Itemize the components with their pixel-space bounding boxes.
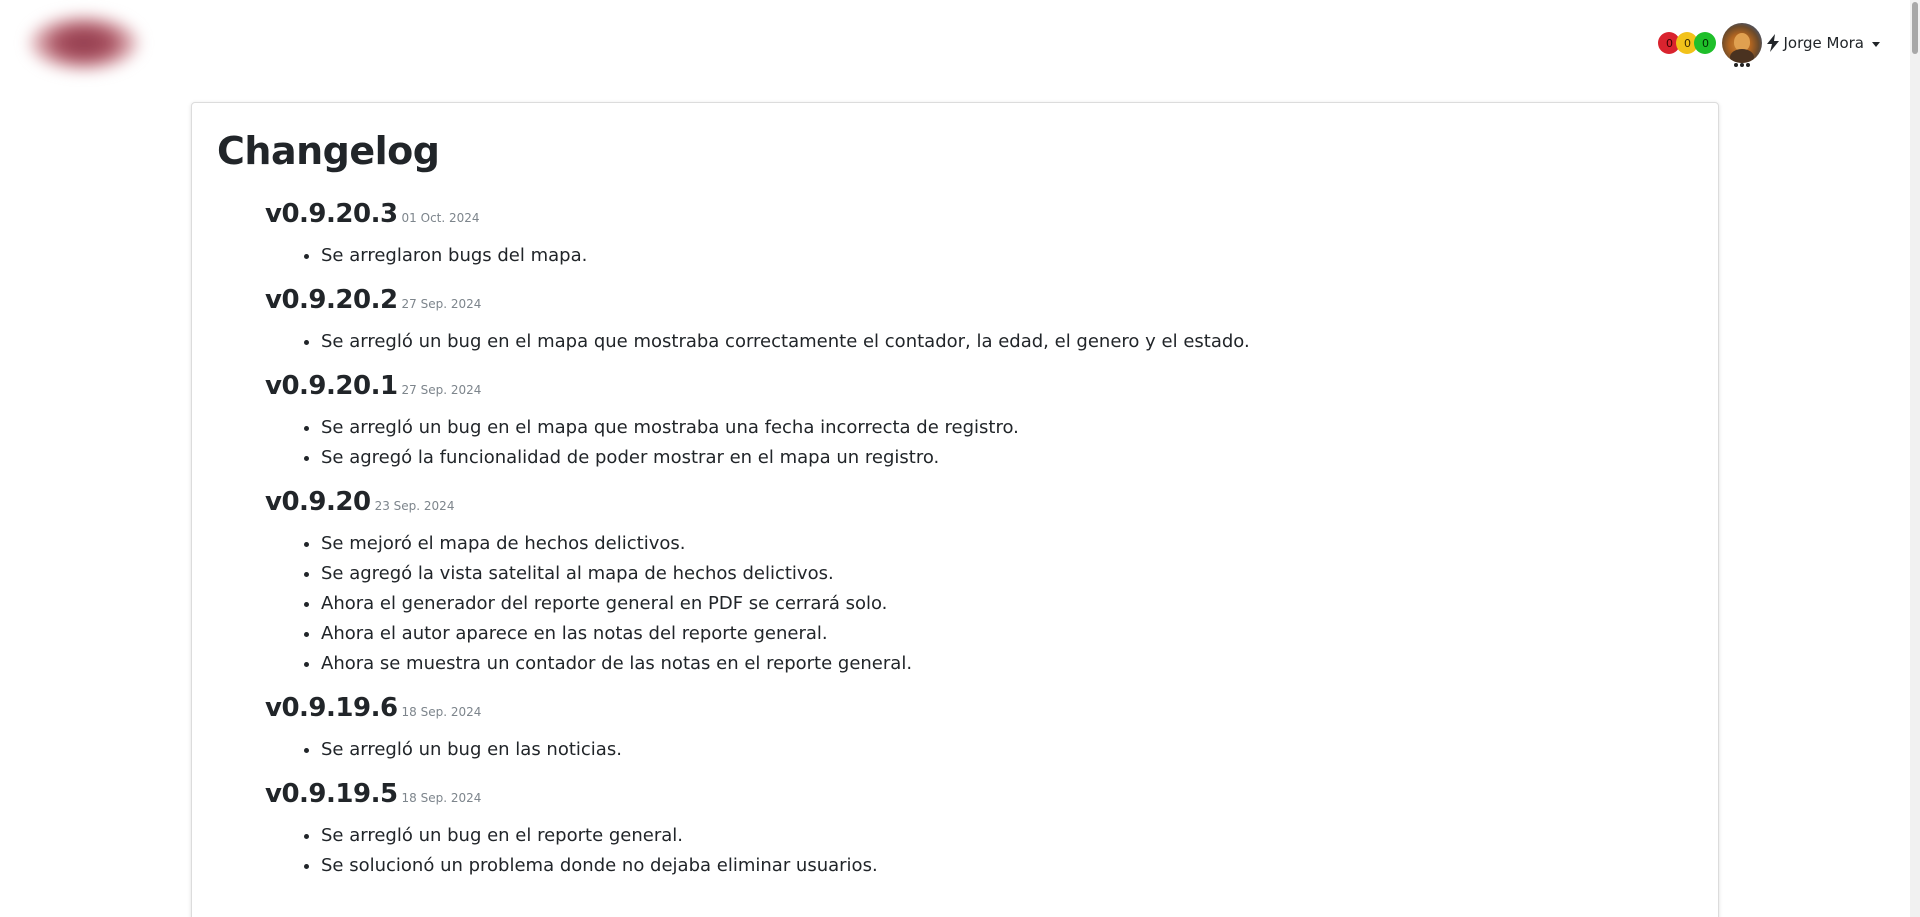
avatar-container[interactable]: [1722, 23, 1763, 67]
version-name: v0.9.19.5: [265, 779, 398, 809]
version-name: v0.9.20: [265, 487, 371, 517]
change-item: Ahora se muestra un contador de las nota…: [321, 649, 1698, 679]
version-date: 27 Sep. 2024: [401, 383, 482, 397]
page-title: Changelog: [217, 129, 440, 173]
version-name: v0.9.20.1: [265, 371, 398, 401]
changes-list: Se arregló un bug en el mapa que mostrab…: [265, 327, 1698, 357]
version-name: v0.9.20.2: [265, 285, 398, 315]
change-item: Se arregló un bug en las noticias.: [321, 735, 1698, 765]
change-item: Se agregó la vista satelital al mapa de …: [321, 559, 1698, 589]
version-header: v0.9.19.6 18 Sep. 2024: [265, 693, 1698, 729]
change-item: Se agregó la funcionalidad de poder most…: [321, 443, 1698, 473]
caret-down-icon[interactable]: [1872, 41, 1880, 47]
logo[interactable]: [28, 14, 140, 72]
page-scrollbar[interactable]: [1910, 0, 1920, 917]
versions-list: v0.9.20.301 Oct. 2024 Se arreglaron bugs …: [265, 199, 1698, 895]
version-header: v0.9.20.1 27 Sep. 2024: [265, 371, 1698, 407]
user-name-dropdown[interactable]: Jorge Mora: [1783, 34, 1864, 52]
version-entry: v0.9.20.127 Sep. 2024 Se arregló un bug e…: [265, 371, 1698, 473]
notification-counters: 0 0 0: [1658, 32, 1717, 54]
change-item: Se arregló un bug en el reporte general.: [321, 821, 1698, 851]
version-entry: v0.9.19.518 Sep. 2024 Se arregló un bug e…: [265, 779, 1698, 881]
change-item: Se mejoró el mapa de hechos delictivos.: [321, 529, 1698, 559]
version-name: v0.9.20.3: [265, 199, 398, 229]
scrollbar-thumb[interactable]: [1912, 2, 1918, 54]
change-item: Se arregló un bug en el mapa que mostrab…: [321, 413, 1698, 443]
version-name: v0.9.19.6: [265, 693, 398, 723]
change-item: Ahora el autor aparece en las notas del …: [321, 619, 1698, 649]
page: 0 0 0 Jorge Mora Changelog v0.9.20.3 01 O…: [0, 0, 1920, 917]
changelog-card: Changelog v0.9.20.301 Oct. 2024 Se arregl…: [191, 102, 1719, 917]
version-header: v0.9.19.5 18 Sep. 2024: [265, 779, 1698, 815]
changes-list: Se mejoró el mapa de hechos delictivos.S…: [265, 529, 1698, 679]
change-item: Se solucionó un problema donde no dejaba…: [321, 851, 1698, 881]
change-item: Se arreglaron bugs del mapa.: [321, 241, 1698, 271]
version-date: 18 Sep. 2024: [401, 791, 482, 805]
version-header: v0.9.20.3 01 Oct. 2024: [265, 199, 1698, 235]
version-date: 27 Sep. 2024: [401, 297, 482, 311]
changes-list: Se arregló un bug en el reporte general.…: [265, 821, 1698, 881]
user-menu: 0 0 0 Jorge Mora: [1658, 23, 1880, 67]
version-header: v0.9.20.2 27 Sep. 2024: [265, 285, 1698, 321]
version-date: 01 Oct. 2024: [401, 211, 480, 225]
changes-list: Se arreglaron bugs del mapa.: [265, 241, 1698, 271]
version-header: v0.9.20 23 Sep. 2024: [265, 487, 1698, 523]
version-entry: v0.9.20.301 Oct. 2024 Se arreglaron bugs …: [265, 199, 1698, 271]
version-date: 23 Sep. 2024: [374, 499, 455, 513]
change-item: Se arregló un bug en el mapa que mostrab…: [321, 327, 1698, 357]
changes-list: Se arregló un bug en el mapa que mostrab…: [265, 413, 1698, 473]
version-entry: v0.9.19.618 Sep. 2024 Se arregló un bug e…: [265, 693, 1698, 765]
bolt-icon: [1767, 34, 1780, 52]
change-item: Ahora el generador del reporte general e…: [321, 589, 1698, 619]
counter-green-badge[interactable]: 0: [1694, 32, 1717, 54]
version-entry: v0.9.20.227 Sep. 2024 Se arregló un bug e…: [265, 285, 1698, 357]
version-date: 18 Sep. 2024: [401, 705, 482, 719]
avatar[interactable]: [1722, 23, 1763, 63]
changes-list: Se arregló un bug en las noticias.: [265, 735, 1698, 765]
more-dots-icon: [1734, 63, 1752, 67]
version-entry: v0.9.2023 Sep. 2024 Se mejoró el mapa de …: [265, 487, 1698, 679]
